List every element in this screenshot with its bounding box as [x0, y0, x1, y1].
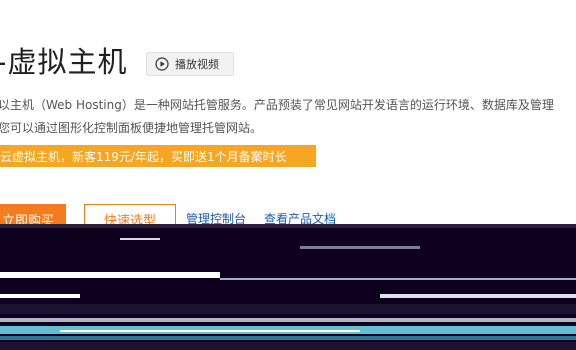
promo-text: 云虚拟主机，新客119元/年起，买即送1个月备案时长 — [0, 149, 287, 164]
glitch-stripe — [220, 278, 576, 280]
play-video-button[interactable]: 播放视频 — [146, 52, 234, 76]
page-title: -虚拟主机 — [0, 45, 128, 79]
glitch-stripe — [380, 294, 576, 298]
glitch-stripe — [120, 238, 160, 240]
glitch-stripe — [0, 318, 576, 322]
glitch-stripe — [0, 224, 576, 228]
glitch-stripe — [0, 336, 576, 340]
play-video-label: 播放视频 — [175, 58, 219, 71]
description-line-1: 以主机（Web Hosting）是一种网站托管服务。产品预装了常见网站开发语言的… — [0, 98, 554, 112]
glitch-stripe — [0, 342, 576, 350]
description-line-2: 您可以通过图形化控制面板便捷地管理托管网站。 — [0, 121, 263, 135]
glitch-stripe — [60, 330, 360, 332]
glitch-stripe — [0, 272, 220, 278]
glitch-stripe — [300, 246, 420, 249]
glitch-stripe — [0, 294, 80, 298]
glitch-stripe — [0, 304, 576, 314]
glitch-overlay — [0, 224, 576, 350]
promo-banner[interactable]: 云虚拟主机，新客119元/年起，买即送1个月备案时长 — [0, 145, 316, 167]
play-circle-icon — [155, 57, 169, 71]
